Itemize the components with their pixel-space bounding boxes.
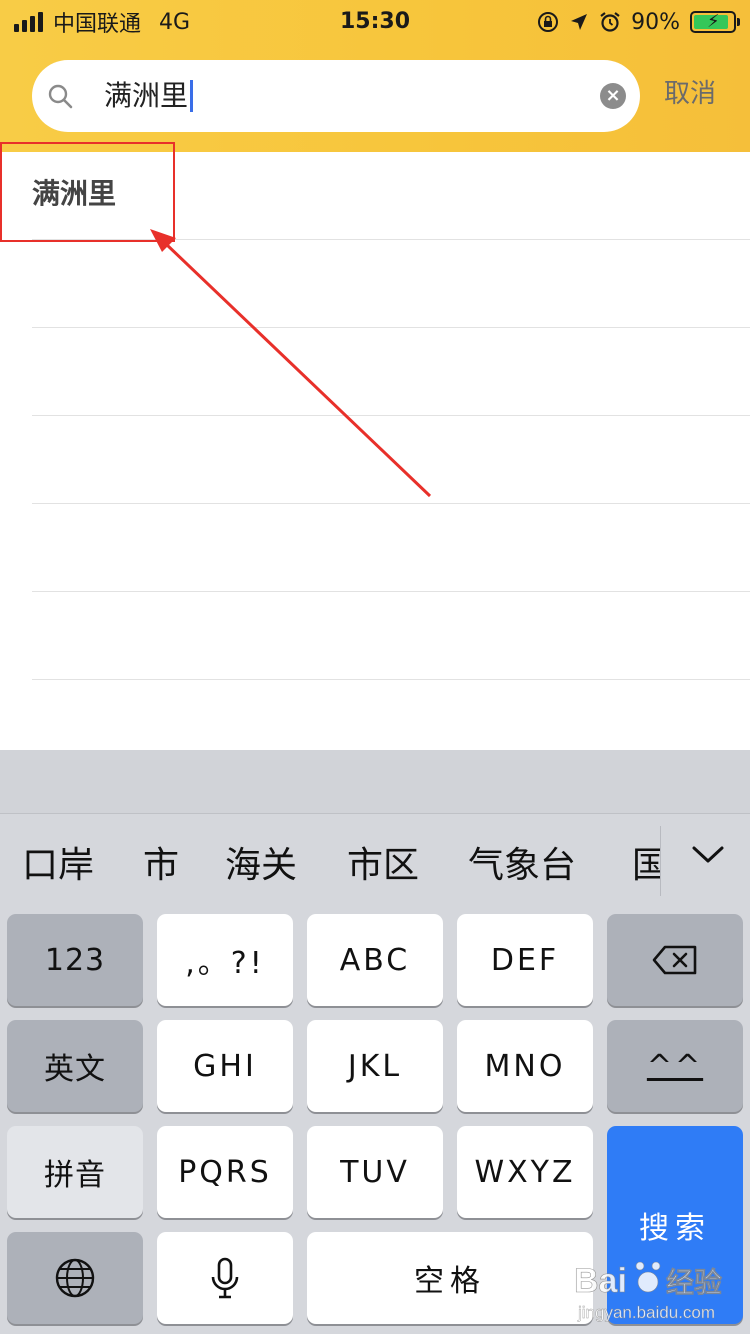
key-label: DEF (490, 942, 560, 978)
alarm-icon (600, 12, 620, 32)
key-label: 空格 (414, 1264, 486, 1299)
key-label: ABC (339, 942, 411, 978)
key-label: 拼音 (44, 1158, 106, 1193)
space-key[interactable]: 空格 (307, 1232, 593, 1324)
tuv-key[interactable]: TUV (307, 1126, 443, 1218)
watermark-brand-cn: 经验 (666, 1266, 722, 1299)
paw-icon (635, 1261, 661, 1293)
annotation-highlight-box (0, 142, 175, 242)
key-label: ,。?! (185, 946, 265, 981)
candidate-item[interactable]: 市区 (347, 842, 419, 890)
emoji-icon: ^^ (646, 1048, 704, 1084)
globe-key[interactable] (7, 1232, 143, 1324)
result-row[interactable] (32, 592, 750, 680)
candidate-item[interactable]: 口岸 (22, 842, 94, 890)
cancel-button[interactable]: 取消 (664, 76, 716, 112)
pinyin-key[interactable]: 拼音 (7, 1126, 143, 1218)
pqrs-key[interactable]: PQRS (157, 1126, 293, 1218)
keyboard-top-bar (0, 750, 750, 814)
candidate-item[interactable]: 海关 (225, 842, 297, 890)
candidate-item[interactable]: 国 (632, 842, 660, 890)
key-label: 英文 (44, 1052, 106, 1087)
def-key[interactable]: DEF (457, 914, 593, 1006)
clear-icon[interactable]: × (600, 83, 626, 109)
key-label: WXYZ (474, 1154, 576, 1190)
backspace-key[interactable] (607, 914, 743, 1006)
search-header: 中国联通 4G 15:30 90% ⚡ 满洲里 × 取消 (0, 0, 750, 152)
wxyz-key[interactable]: WXYZ (457, 1126, 593, 1218)
text-caret (190, 80, 194, 112)
result-row[interactable] (32, 328, 750, 416)
chevron-down-icon[interactable] (688, 834, 728, 874)
abc-key[interactable]: ABC (307, 914, 443, 1006)
search-value: 满洲里 (104, 79, 189, 112)
key-label: GHI (193, 1048, 257, 1084)
mno-key[interactable]: MNO (457, 1020, 593, 1112)
globe-icon (55, 1258, 95, 1298)
result-row[interactable] (32, 416, 750, 504)
english-key[interactable]: 英文 (7, 1020, 143, 1112)
candidate-divider (660, 826, 661, 896)
battery-charging-icon: ⚡ (690, 11, 740, 33)
candidate-bar: 口岸 市 海关 市区 气象台 国 (0, 814, 750, 914)
baidu-jingyan-watermark: Bai 经验 jingyan.baidu.com (574, 1261, 722, 1322)
watermark-brand: Bai (574, 1262, 627, 1300)
result-row[interactable] (32, 504, 750, 592)
key-label: MNO (484, 1048, 566, 1084)
key-label: 123 (44, 942, 106, 978)
punctuation-key[interactable]: ,。?! (157, 914, 293, 1006)
ghi-key[interactable]: GHI (157, 1020, 293, 1112)
candidate-item[interactable]: 气象台 (468, 842, 576, 890)
key-label: JKL (347, 1048, 403, 1084)
key-label: PQRS (178, 1154, 272, 1190)
candidate-clip: 口岸 市 海关 市区 气象台 国 (0, 814, 660, 914)
watermark-url: jingyan.baidu.com (577, 1303, 715, 1322)
search-icon (48, 84, 73, 109)
location-icon (571, 14, 588, 30)
result-row[interactable] (32, 240, 750, 328)
microphone-icon (211, 1257, 239, 1299)
key-label: 搜索 (639, 1211, 711, 1246)
status-right: 90% ⚡ (537, 6, 740, 38)
microphone-key[interactable] (157, 1232, 293, 1324)
emoji-key[interactable]: ^^ (607, 1020, 743, 1112)
backspace-icon (652, 945, 697, 975)
battery-percent: 90% (631, 9, 680, 35)
numbers-key[interactable]: 123 (7, 914, 143, 1006)
keyboard: 口岸 市 海关 市区 气象台 国 123 ,。?! ABC DEF 英文 GHI (0, 750, 750, 1334)
search-value-wrap: 满洲里 (104, 78, 194, 114)
status-bar: 中国联通 4G 15:30 90% ⚡ (0, 0, 750, 44)
search-input[interactable]: 满洲里 × (32, 60, 640, 132)
candidate-item[interactable]: 市 (143, 842, 179, 890)
key-label: TUV (340, 1154, 410, 1190)
jkl-key[interactable]: JKL (307, 1020, 443, 1112)
orientation-lock-icon (538, 12, 559, 32)
